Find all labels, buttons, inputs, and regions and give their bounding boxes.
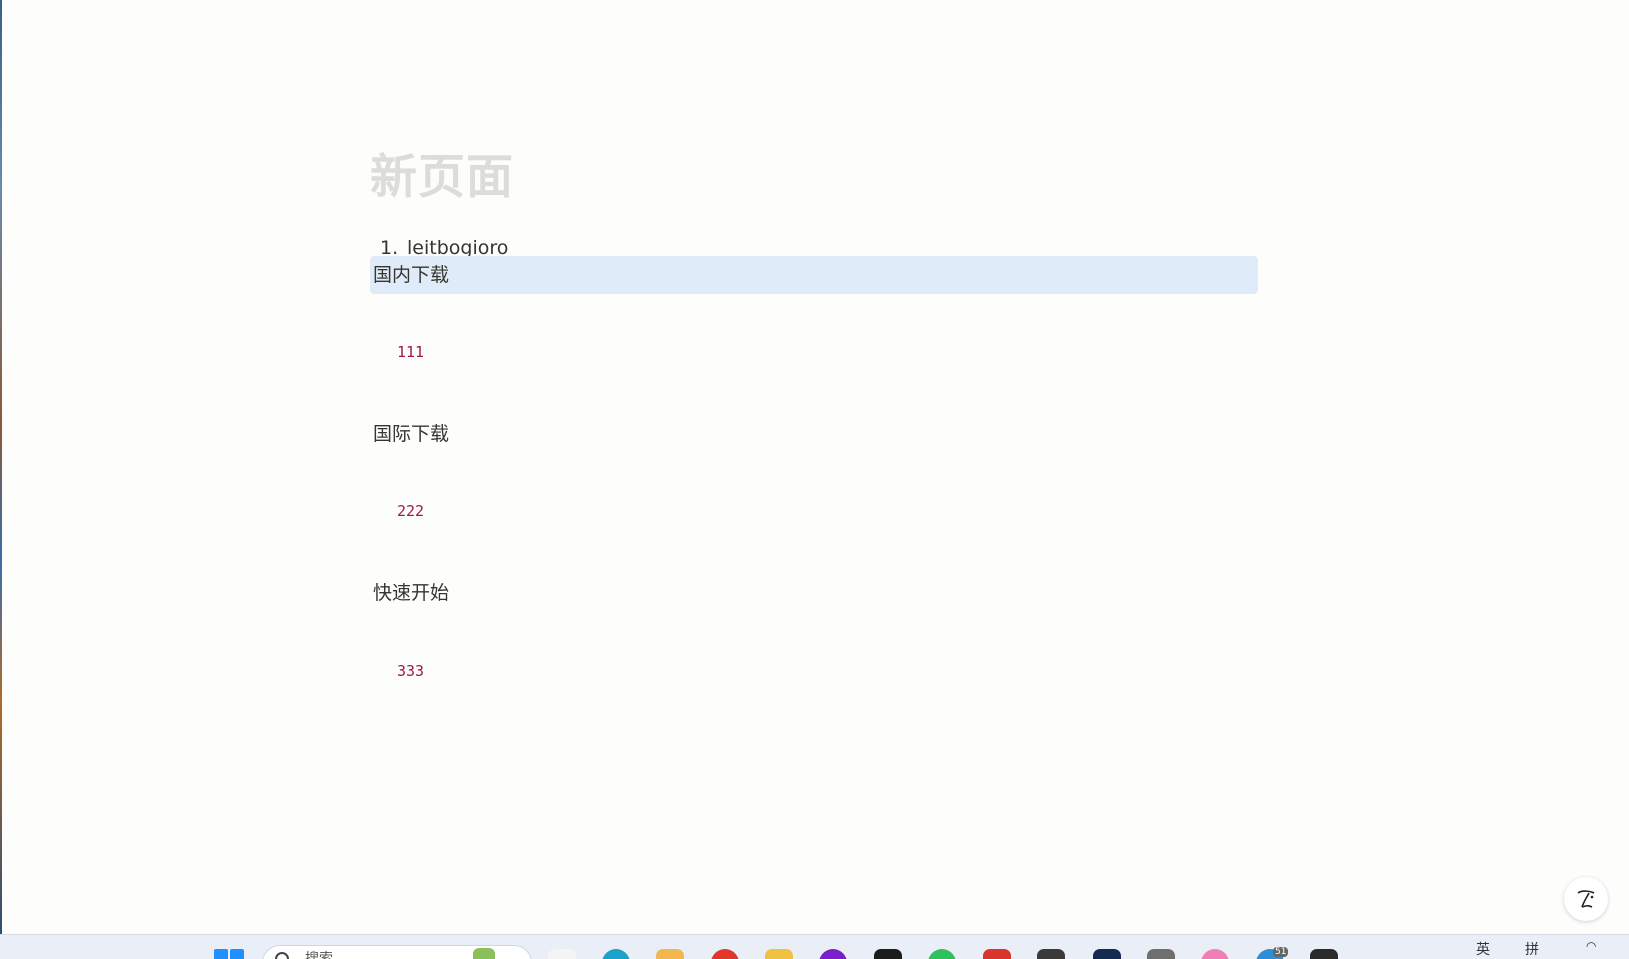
search-icon	[275, 952, 289, 959]
taskbar: 搜索 51 英 拼 ◠	[0, 934, 1629, 959]
notification-badge: 51	[1273, 947, 1289, 957]
search-placeholder: 搜索	[305, 951, 333, 959]
dark-app-icon[interactable]	[1037, 949, 1065, 959]
red-app-icon[interactable]	[711, 949, 739, 959]
red-white-app-icon[interactable]	[983, 949, 1011, 959]
code-text[interactable]: 111	[397, 341, 424, 363]
ime-indicator[interactable]: 拼	[1525, 939, 1539, 959]
notepad-icon[interactable]	[1310, 949, 1338, 959]
pink-app-icon[interactable]	[1201, 949, 1229, 959]
search-highlight-icon	[473, 948, 495, 959]
code-text[interactable]: 222	[397, 500, 424, 522]
wechat-icon[interactable]	[928, 949, 956, 959]
text-block[interactable]: 国际下载	[370, 415, 1258, 453]
text-block[interactable]: 快速开始	[370, 574, 1258, 612]
windows-start-icon[interactable]	[214, 949, 244, 959]
app-window: 新页面 1. leitbogioro 国内下载 111 国际下载 222 快速开…	[0, 0, 1629, 959]
edge-browser-icon[interactable]	[602, 949, 630, 959]
navy-app-icon[interactable]	[1093, 949, 1121, 959]
code-text[interactable]: 333	[397, 660, 424, 682]
text-block-selected[interactable]: 国内下载	[370, 256, 1258, 294]
window-edge	[0, 0, 2, 934]
tray-wifi-icon[interactable]: ◠	[1586, 939, 1596, 953]
black-app-icon[interactable]	[874, 949, 902, 959]
gray-app-icon[interactable]	[1147, 949, 1175, 959]
page-title[interactable]: 新页面	[370, 138, 514, 218]
task-view-icon[interactable]	[548, 949, 576, 959]
file-explorer-icon[interactable]	[656, 949, 684, 959]
editor-logo-icon	[1577, 890, 1595, 908]
yellow-app-icon[interactable]	[765, 949, 793, 959]
input-mode-indicator[interactable]: 英	[1476, 939, 1490, 959]
purple-app-icon[interactable]	[819, 949, 847, 959]
help-button[interactable]	[1564, 877, 1608, 921]
taskbar-search-box[interactable]: 搜索	[262, 945, 532, 959]
